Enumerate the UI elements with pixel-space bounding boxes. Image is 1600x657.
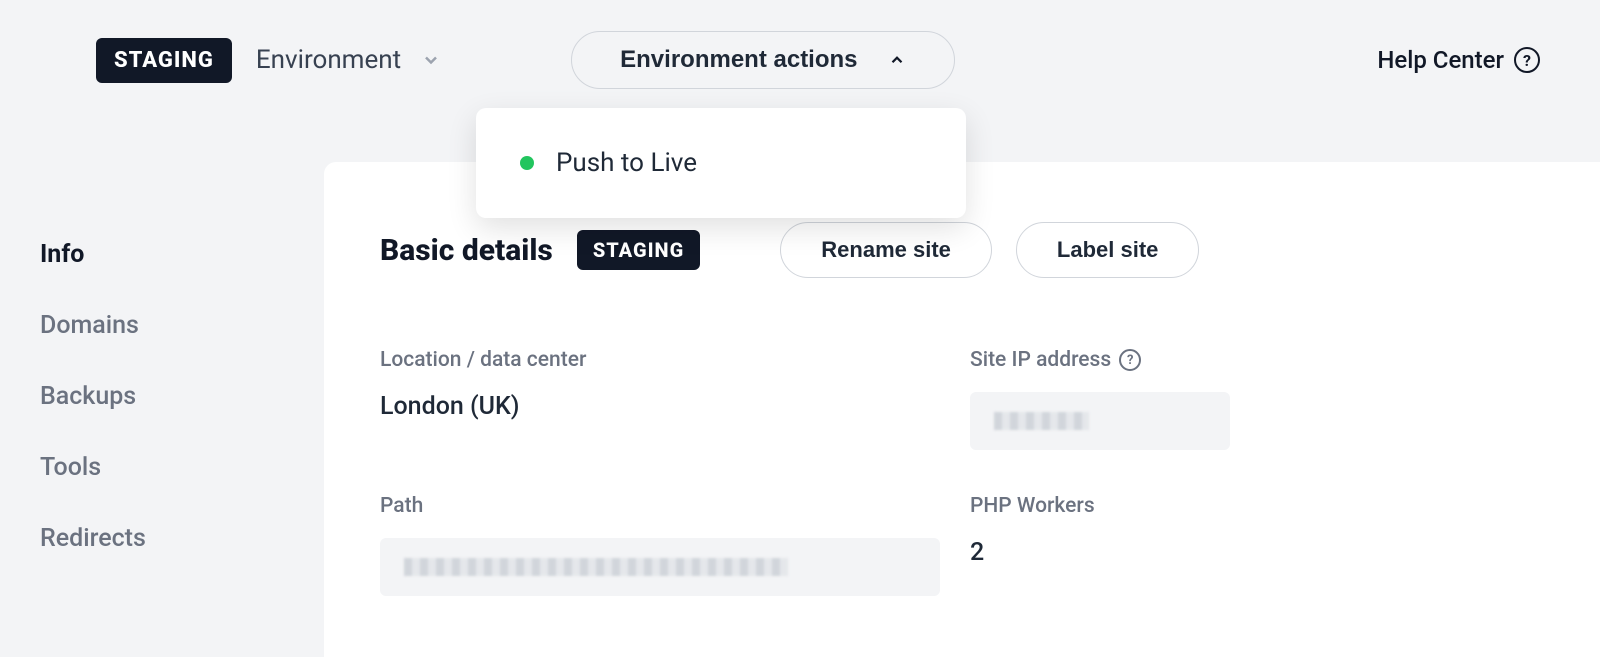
field-value-php-workers: 2 (970, 538, 1544, 567)
label-site-button[interactable]: Label site (1016, 222, 1199, 278)
status-dot-icon (520, 156, 534, 170)
sidebar-item-domains[interactable]: Domains (40, 291, 320, 362)
field-value-path-redacted (380, 538, 940, 596)
chevron-down-icon[interactable] (421, 50, 441, 70)
environment-actions-label: Environment actions (620, 46, 857, 74)
top-bar: STAGING Environment Environment actions … (0, 0, 1600, 120)
details-grid: Location / data center London (UK) Site … (380, 348, 1544, 596)
field-location: Location / data center London (UK) (380, 348, 970, 450)
field-label-ip: Site IP address ? (970, 348, 1544, 372)
field-label-path: Path (380, 494, 970, 518)
field-php-workers: PHP Workers 2 (970, 494, 1544, 596)
rename-site-button[interactable]: Rename site (780, 222, 992, 278)
field-label-location: Location / data center (380, 348, 970, 372)
field-path: Path (380, 494, 970, 596)
section-staging-badge: STAGING (577, 230, 700, 270)
chevron-up-icon (888, 51, 906, 69)
sidebar-item-label: Domains (40, 311, 139, 340)
sidebar: Info Domains Backups Tools Redirects (40, 220, 320, 575)
field-label-php-workers: PHP Workers (970, 494, 1544, 518)
help-icon[interactable]: ? (1119, 349, 1141, 371)
field-value-location: London (UK) (380, 392, 970, 421)
help-icon: ? (1514, 47, 1540, 73)
section-title: Basic details (380, 233, 553, 268)
environment-actions-dropdown: Push to Live (476, 108, 966, 218)
redacted-content (994, 412, 1089, 430)
help-center-link[interactable]: Help Center ? (1377, 46, 1540, 74)
field-value-ip-redacted (970, 392, 1230, 450)
environment-actions-button[interactable]: Environment actions (571, 31, 954, 89)
sidebar-item-info[interactable]: Info (40, 220, 320, 291)
section-header: Basic details STAGING Rename site Label … (380, 222, 1544, 278)
sidebar-item-label: Tools (40, 453, 101, 482)
sidebar-item-backups[interactable]: Backups (40, 362, 320, 433)
sidebar-item-label: Redirects (40, 524, 146, 553)
sidebar-item-label: Backups (40, 382, 136, 411)
dropdown-item-label: Push to Live (556, 148, 697, 178)
staging-badge: STAGING (96, 38, 232, 83)
redacted-content (404, 558, 788, 576)
help-center-label: Help Center (1377, 46, 1504, 74)
sidebar-item-label: Info (40, 240, 84, 269)
sidebar-item-tools[interactable]: Tools (40, 433, 320, 504)
field-label-ip-text: Site IP address (970, 348, 1111, 372)
main-content: Basic details STAGING Rename site Label … (324, 162, 1600, 657)
environment-label[interactable]: Environment (256, 45, 401, 75)
sidebar-item-redirects[interactable]: Redirects (40, 504, 320, 575)
field-ip: Site IP address ? (970, 348, 1544, 450)
dropdown-item-push-to-live[interactable]: Push to Live (520, 148, 922, 178)
